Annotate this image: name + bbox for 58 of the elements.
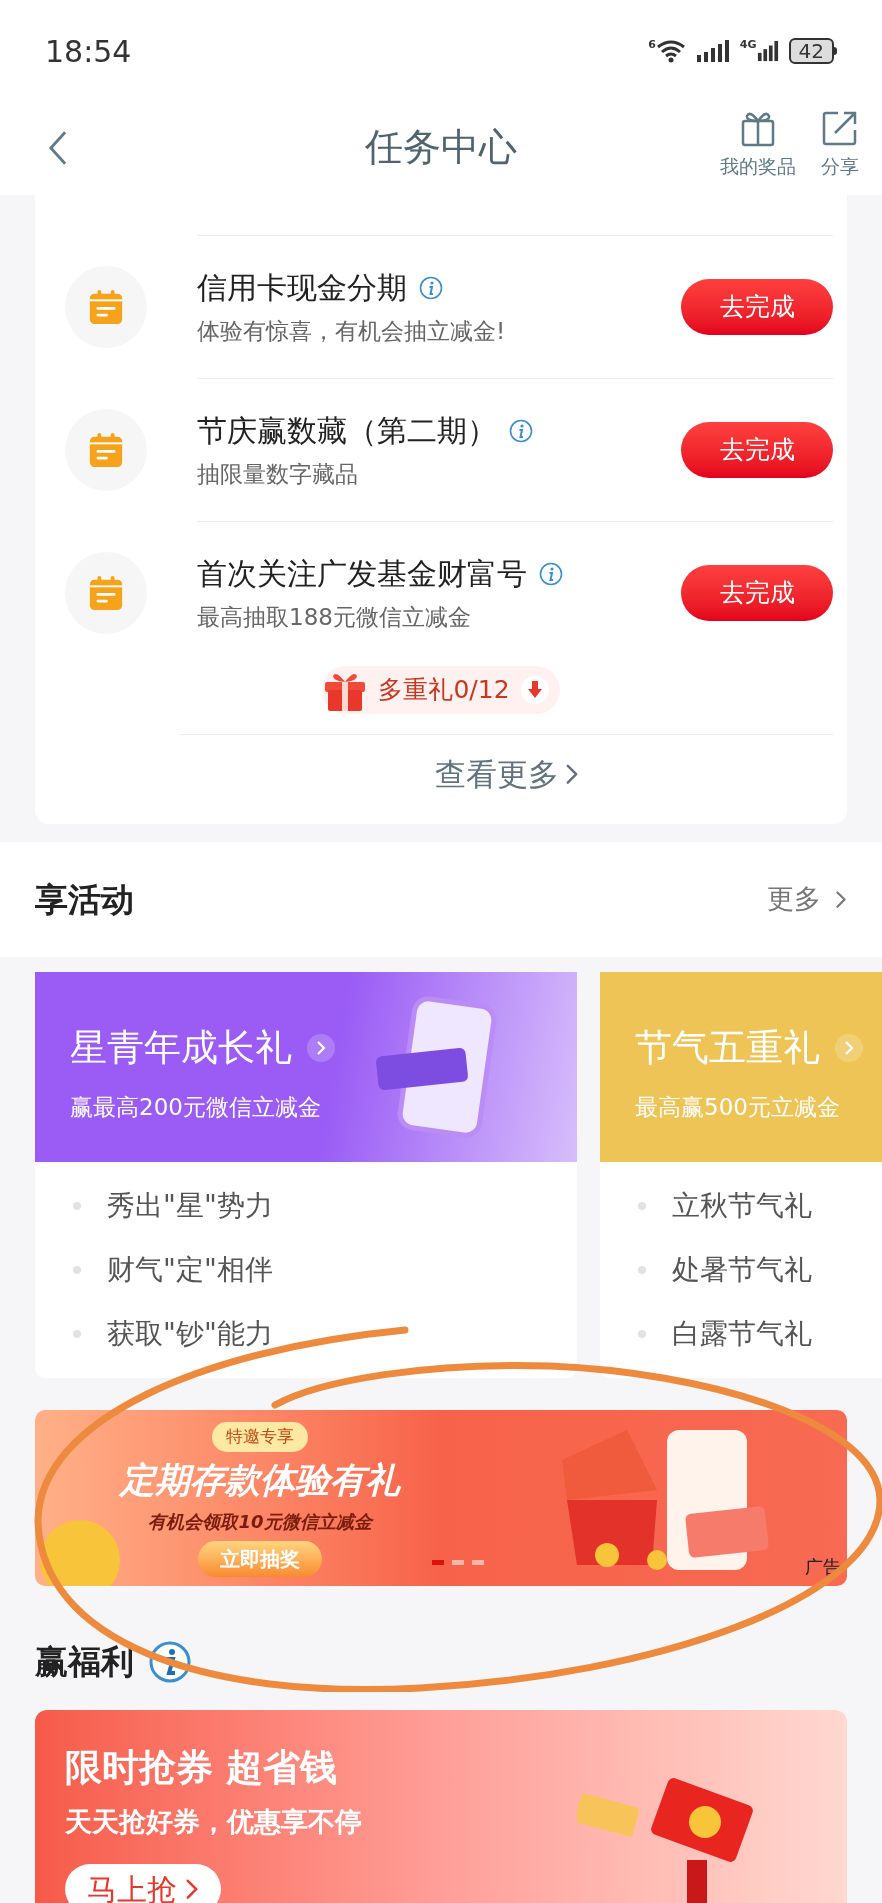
- multi-gift-pill[interactable]: 多重礼0/12: [322, 666, 560, 714]
- battery-tip: [834, 47, 837, 55]
- activity-item[interactable]: 获取"钞"能力: [107, 1313, 273, 1355]
- wifi-label: 6: [648, 39, 656, 50]
- more-link[interactable]: 更多: [767, 879, 847, 920]
- banner-title: 限时抢券 超省钱: [65, 1745, 337, 1791]
- banner-subtitle: 天天抢好券，优惠享不停: [65, 1804, 362, 1839]
- task-title: 首次关注广发基金财富号: [197, 555, 527, 594]
- grab-button[interactable]: 马上抢: [65, 1864, 221, 1903]
- page-title: 任务中心: [365, 124, 517, 171]
- chevron-right-icon: [834, 1032, 864, 1063]
- tag-label: 特邀专享: [212, 1422, 308, 1452]
- complete-button[interactable]: 去完成: [681, 422, 833, 478]
- activity-title: 节气五重礼: [635, 1025, 820, 1071]
- back-icon: [48, 129, 68, 167]
- calendar-icon: [87, 573, 125, 612]
- info-icon[interactable]: [148, 1640, 192, 1684]
- signal-icon: [695, 39, 730, 63]
- task-subtitle: 体验有惊喜，有机会抽立减金!: [197, 317, 507, 347]
- chevron-right-icon: [306, 1032, 336, 1063]
- activity-item[interactable]: 白露节气礼: [672, 1313, 812, 1355]
- coupon-banner[interactable]: 限时抢券 超省钱 天天抢好券，优惠享不停 马上抢: [35, 1710, 847, 1903]
- activity-title: 星青年成长礼: [70, 1025, 292, 1071]
- section-title: 赢福利: [35, 1641, 134, 1684]
- chevron-right-icon: [835, 889, 847, 910]
- share-button[interactable]: 分享: [820, 108, 860, 181]
- task-title: 节庆赢数藏（第二期）: [197, 412, 497, 451]
- activity-card[interactable]: 星青年成长礼 赢最高200元微信立减金 秀出"星"势力 财气"定"相伴 获取"钞"能力: [35, 972, 577, 1378]
- activity-item[interactable]: 处暑节气礼: [672, 1249, 812, 1291]
- multi-gift-label: 多重礼0/12: [378, 674, 510, 707]
- info-icon[interactable]: [539, 561, 563, 586]
- calendar-icon: [87, 430, 125, 469]
- status-time: 18:54: [45, 32, 132, 71]
- task-subtitle: 最高抽取188元微信立减金: [197, 603, 472, 633]
- wifi-icon: [655, 39, 686, 63]
- battery-level: 42: [788, 38, 834, 64]
- chevron-right-icon: [185, 1877, 199, 1901]
- network-label: 4G: [739, 39, 757, 50]
- activity-item[interactable]: 秀出"星"势力: [107, 1185, 273, 1227]
- activity-item[interactable]: 立秋节气礼: [672, 1185, 812, 1227]
- info-icon[interactable]: [509, 418, 533, 443]
- signal-icon: [756, 39, 779, 63]
- task-title: 信用卡现金分期: [197, 269, 407, 308]
- activity-card[interactable]: 节气五重礼 最高赢500元立减金 立秋节气礼 处暑节气礼 白露节气礼: [600, 972, 882, 1378]
- activity-subtitle: 赢最高200元微信立减金: [70, 1092, 322, 1122]
- info-icon[interactable]: [419, 275, 443, 300]
- see-more-link[interactable]: 查看更多: [434, 751, 579, 798]
- complete-button[interactable]: 去完成: [681, 565, 833, 621]
- task-subtitle: 抽限量数字藏品: [197, 460, 359, 490]
- calendar-icon: [87, 287, 125, 326]
- activity-subtitle: 最高赢500元立减金: [635, 1092, 841, 1122]
- section-title: 享活动: [35, 878, 134, 921]
- prizes-button[interactable]: 我的奖品: [720, 108, 796, 181]
- complete-button[interactable]: 去完成: [681, 279, 833, 335]
- activity-item[interactable]: 财气"定"相伴: [107, 1249, 273, 1291]
- chevron-right-icon: [564, 763, 579, 786]
- ad-title: 定期存款体验有礼: [120, 1458, 400, 1502]
- ad-subtitle: 有机会领取10元微信立减金: [148, 1510, 372, 1534]
